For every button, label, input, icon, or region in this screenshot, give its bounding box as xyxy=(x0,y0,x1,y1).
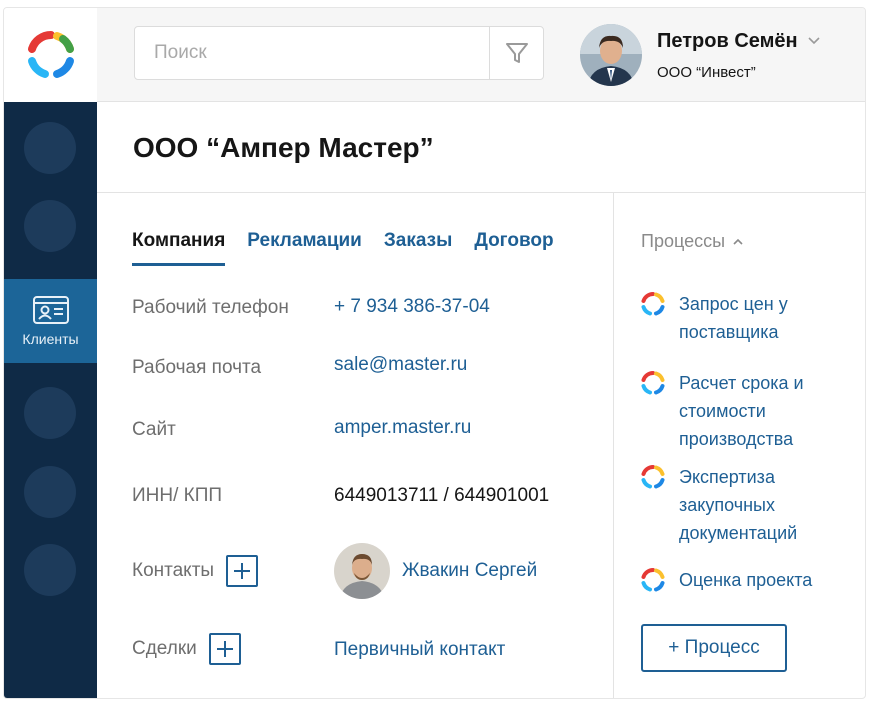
app-window: Петров Семён ООО “Инвест” Клиенты xyxy=(3,7,866,699)
contacts-label: Контакты xyxy=(132,560,215,581)
plus-icon xyxy=(216,641,233,657)
chevron-up-icon xyxy=(733,238,743,245)
title-bar: ООО “Ампер Мастер” xyxy=(97,102,865,193)
add-contact-button[interactable] xyxy=(226,555,259,587)
process-icon xyxy=(641,568,665,592)
processes-header[interactable]: Процессы xyxy=(641,231,743,252)
contact-name: Жвакин Сергей xyxy=(402,560,538,581)
filter-icon xyxy=(505,43,528,63)
user-name-text: Петров Семён xyxy=(657,29,798,52)
process-label: Запрос цен у поставщика xyxy=(679,294,788,342)
sidebar-item-3[interactable] xyxy=(24,387,76,439)
inn-value: 6449013711 / 644901001 xyxy=(334,485,550,506)
sidebar: Клиенты xyxy=(4,102,97,698)
process-item[interactable]: Запрос цен у поставщика xyxy=(639,290,839,346)
contact-avatar xyxy=(334,543,390,599)
process-label: Экспертиза закупочных документаций xyxy=(679,467,798,543)
plus-icon xyxy=(234,563,251,579)
contacts-row: Контакты xyxy=(132,555,259,587)
id-card-icon xyxy=(32,296,69,324)
process-label: Расчет срока и стоимости производства xyxy=(679,373,804,449)
user-menu[interactable]: Петров Семён ООО “Инвест” xyxy=(580,22,820,88)
process-icon xyxy=(641,465,665,489)
top-bar: Петров Семён ООО “Инвест” xyxy=(97,8,865,102)
sidebar-item-clients[interactable]: Клиенты xyxy=(4,279,97,363)
user-org: ООО “Инвест” xyxy=(657,63,756,81)
sidebar-item-clients-label: Клиенты xyxy=(22,331,79,347)
process-icon xyxy=(641,292,665,316)
tab-company[interactable]: Компания xyxy=(132,230,226,266)
panel-divider xyxy=(613,193,614,698)
email-value[interactable]: sale@master.ru xyxy=(334,354,467,376)
deal-value[interactable]: Первичный контакт xyxy=(334,639,505,661)
chevron-down-icon xyxy=(808,37,820,45)
email-label: Рабочая почта xyxy=(132,357,262,378)
app-logo-icon xyxy=(27,31,74,78)
tab-contract[interactable]: Договор xyxy=(474,230,553,266)
process-label: Оценка проекта xyxy=(679,570,813,590)
process-item[interactable]: Экспертиза закупочных документаций xyxy=(639,463,839,547)
process-item[interactable]: Оценка проекта xyxy=(639,566,839,594)
deals-label: Сделки xyxy=(132,638,197,659)
sidebar-item-1[interactable] xyxy=(24,122,76,174)
tab-complaints[interactable]: Рекламации xyxy=(247,230,362,266)
sidebar-item-4[interactable] xyxy=(24,466,76,518)
page-title: ООО “Ампер Мастер” xyxy=(133,132,434,163)
filter-button[interactable] xyxy=(489,27,543,79)
user-name: Петров Семён xyxy=(657,30,820,53)
contact-item[interactable]: Жвакин Сергей xyxy=(334,543,537,599)
tab-orders[interactable]: Заказы xyxy=(384,230,452,266)
site-label: Сайт xyxy=(132,419,176,440)
logo-cell[interactable] xyxy=(4,8,97,102)
sidebar-item-2[interactable] xyxy=(24,200,76,252)
user-avatar xyxy=(580,24,642,86)
sidebar-item-5[interactable] xyxy=(24,544,76,596)
add-process-button[interactable]: + Процесс xyxy=(641,624,787,672)
search-box xyxy=(134,26,544,80)
phone-label: Рабочий телефон xyxy=(132,297,289,318)
site-value[interactable]: amper.master.ru xyxy=(334,417,471,439)
tab-bar: Компания Рекламации Заказы Договор xyxy=(132,230,576,270)
inn-label: ИНН/ КПП xyxy=(132,485,223,506)
processes-heading: Процессы xyxy=(641,231,726,251)
search-input[interactable] xyxy=(135,27,490,79)
add-deal-button[interactable] xyxy=(208,633,241,665)
process-item[interactable]: Расчет срока и стоимости производства xyxy=(639,369,839,453)
process-icon xyxy=(641,371,665,395)
deals-row: Сделки xyxy=(132,633,241,665)
phone-value[interactable]: + 7 934 386-37-04 xyxy=(334,296,490,318)
